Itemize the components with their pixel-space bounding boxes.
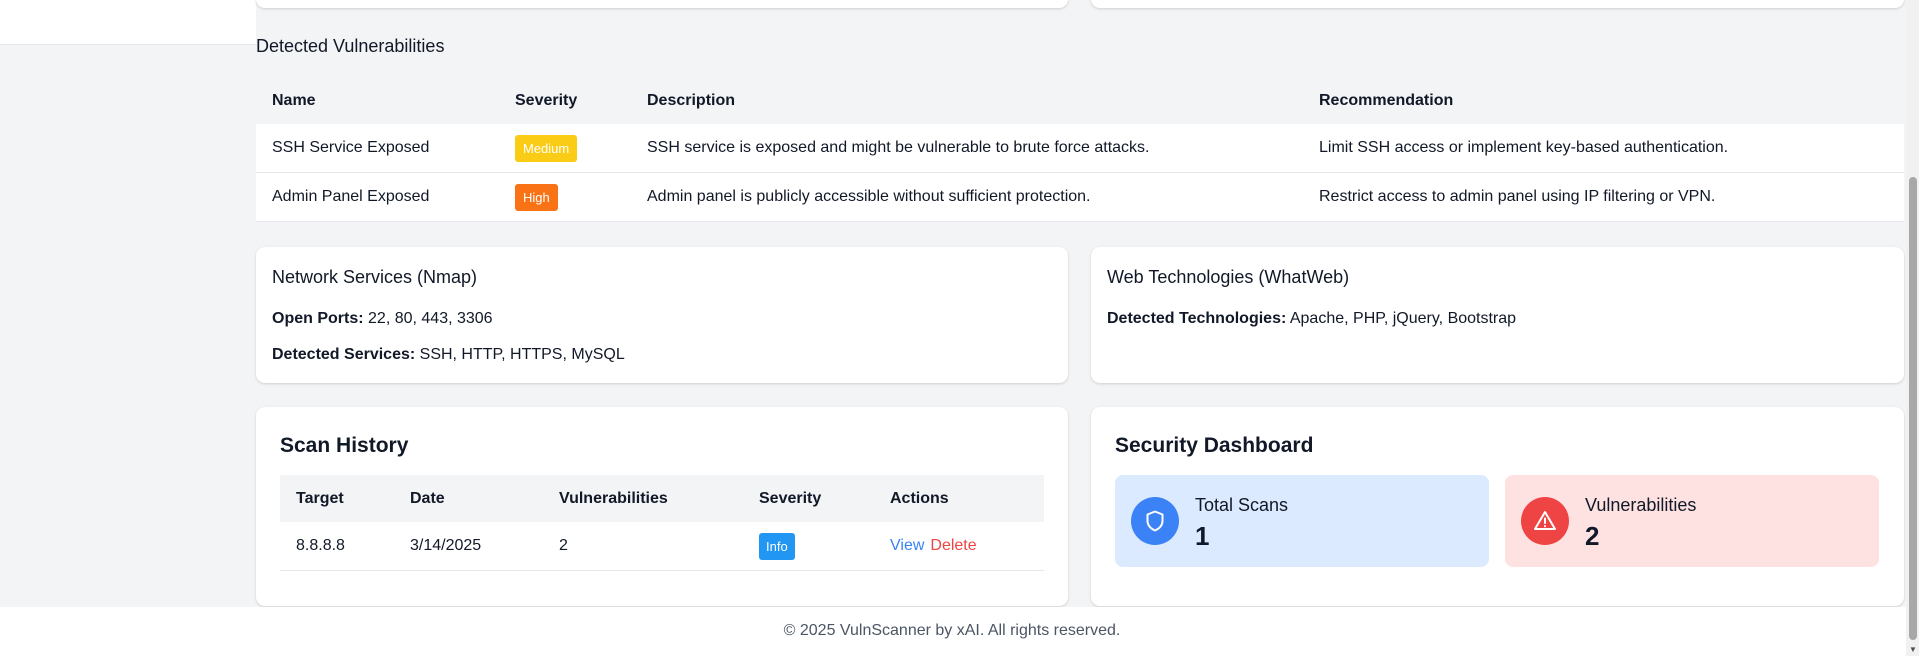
total-scans-label: Total Scans: [1195, 495, 1289, 515]
footer-copyright: © 2025 VulnScanner by xAI. All rights re…: [783, 622, 1121, 639]
open-ports-value: 22, 80, 443, 3306: [368, 310, 493, 327]
severity-badge: High: [515, 183, 558, 211]
scan-target: 8.8.8.8: [280, 522, 394, 571]
scan-actions: View Delete: [874, 522, 1044, 571]
column-header-name: Name: [256, 78, 499, 124]
total-scans-stat: Total Scans 1: [1115, 475, 1489, 567]
vuln-recommendation: Limit SSH access or implement key-based …: [1303, 124, 1904, 173]
column-header-actions: Actions: [874, 475, 1044, 522]
footer: © 2025 VulnScanner by xAI. All rights re…: [0, 607, 1906, 656]
scan-history-card: Scan History Target Date Vulnerabilities…: [256, 407, 1068, 606]
scroll-down-icon[interactable]: ▼: [1909, 646, 1917, 654]
table-header-row: Name Severity Description Recommendation: [256, 78, 1904, 124]
detected-services-line: Detected Services: SSH, HTTP, HTTPS, MyS…: [272, 346, 625, 364]
sidebar: [0, 0, 256, 45]
detected-services-label: Detected Services:: [272, 346, 416, 363]
column-header-severity: Severity: [499, 78, 631, 124]
security-dashboard-card: Security Dashboard Total Scans 1 Vulnera…: [1091, 407, 1904, 606]
vulnerabilities-heading: Detected Vulnerabilities: [256, 36, 445, 56]
vulnerabilities-table-wrap: Name Severity Description Recommendation…: [256, 78, 1904, 222]
table-row: 8.8.8.8 3/14/2025 2 Info View Delete: [280, 522, 1044, 571]
detected-technologies-line: Detected Technologies: Apache, PHP, jQue…: [1107, 310, 1516, 328]
open-ports-line: Open Ports: 22, 80, 443, 3306: [272, 310, 493, 328]
web-technologies-card: Web Technologies (WhatWeb) Detected Tech…: [1091, 247, 1904, 383]
detected-technologies-value: Apache, PHP, jQuery, Bootstrap: [1289, 310, 1517, 327]
open-ports-label: Open Ports:: [272, 310, 364, 327]
column-header-target: Target: [280, 475, 394, 522]
vuln-description: SSH service is exposed and might be vuln…: [631, 124, 1303, 173]
detected-technologies-label: Detected Technologies:: [1107, 310, 1287, 327]
scrollbar[interactable]: ▼: [1906, 0, 1919, 656]
network-services-card: Network Services (Nmap) Open Ports: 22, …: [256, 247, 1068, 383]
previous-card-left: [256, 0, 1068, 8]
vulnerabilities-value: 2: [1585, 521, 1600, 551]
severity-badge: Info: [759, 532, 795, 560]
vulnerabilities-stat: Vulnerabilities 2: [1505, 475, 1879, 567]
table-header-row: Target Date Vulnerabilities Severity Act…: [280, 475, 1044, 522]
total-scans-value: 1: [1195, 521, 1210, 551]
scan-date: 3/14/2025: [394, 522, 543, 571]
scan-history-table: Target Date Vulnerabilities Severity Act…: [280, 475, 1044, 571]
scan-vulnerability-count: 2: [543, 522, 743, 571]
network-services-title: Network Services (Nmap): [272, 267, 478, 287]
vuln-name: SSH Service Exposed: [256, 124, 499, 173]
column-header-date: Date: [394, 475, 543, 522]
column-header-vulnerabilities: Vulnerabilities: [543, 475, 743, 522]
table-row: Admin Panel Exposed High Admin panel is …: [256, 172, 1904, 222]
column-header-recommendation: Recommendation: [1303, 78, 1904, 124]
severity-badge: Medium: [515, 134, 578, 162]
vuln-recommendation: Restrict access to admin panel using IP …: [1303, 172, 1904, 222]
delete-link[interactable]: Delete: [930, 537, 976, 554]
web-technologies-title: Web Technologies (WhatWeb): [1107, 267, 1350, 287]
vuln-name: Admin Panel Exposed: [256, 172, 499, 222]
scrollbar-thumb[interactable]: [1909, 177, 1917, 640]
previous-card-right: [1091, 0, 1904, 8]
shield-icon: [1131, 497, 1179, 545]
table-row: SSH Service Exposed Medium SSH service i…: [256, 124, 1904, 173]
vulnerabilities-label: Vulnerabilities: [1585, 495, 1697, 515]
column-header-severity: Severity: [743, 475, 874, 522]
vuln-description: Admin panel is publicly accessible witho…: [631, 172, 1303, 222]
detected-services-value: SSH, HTTP, HTTPS, MySQL: [419, 346, 625, 363]
vulnerabilities-table: Name Severity Description Recommendation…: [256, 78, 1904, 222]
view-link[interactable]: View: [890, 537, 924, 554]
warning-icon: [1521, 497, 1569, 545]
security-dashboard-title: Security Dashboard: [1115, 434, 1314, 457]
scan-history-title: Scan History: [280, 434, 409, 457]
column-header-description: Description: [631, 78, 1303, 124]
